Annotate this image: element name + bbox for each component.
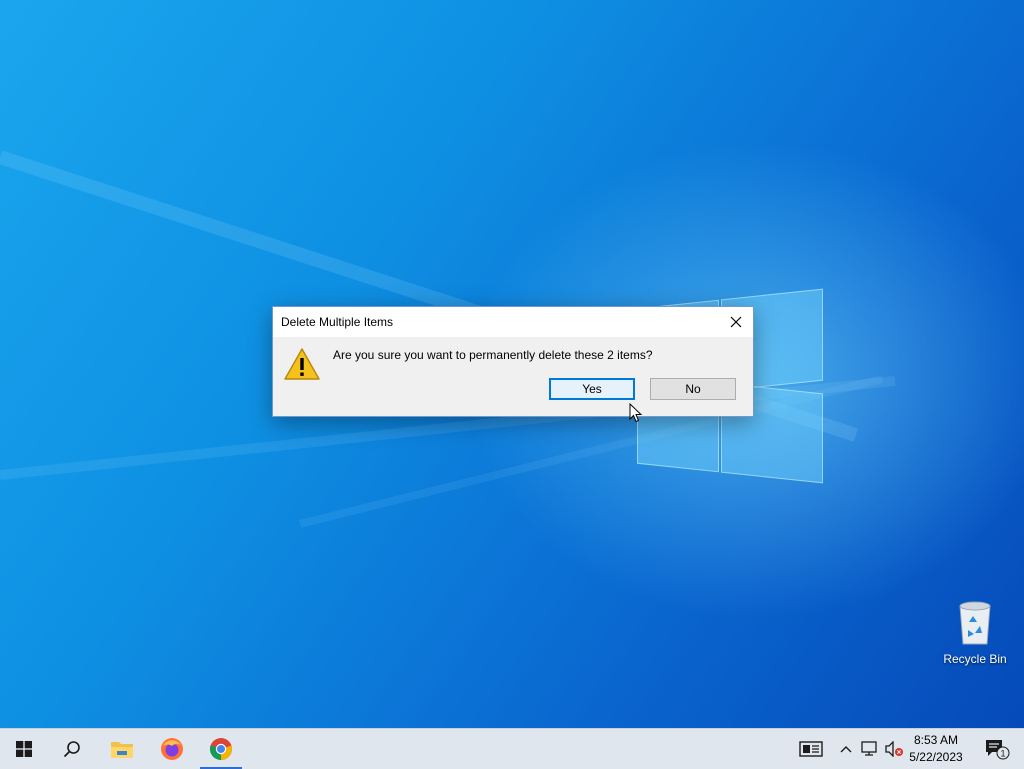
taskbar: 8:53 AM 5/22/2023 1: [0, 728, 1024, 769]
notification-count: 1: [1000, 749, 1005, 759]
delete-confirmation-dialog: Delete Multiple Items Are you sure you w…: [272, 306, 754, 417]
network-icon: [861, 741, 877, 756]
news-widget-button[interactable]: [795, 729, 827, 769]
notification-icon: 1: [986, 740, 1010, 760]
dialog-titlebar[interactable]: Delete Multiple Items: [273, 307, 753, 337]
news-widget-icon: [799, 741, 823, 757]
clock-date: 5/22/2023: [909, 750, 963, 764]
taskbar-clock[interactable]: 8:53 AM 5/22/2023: [906, 732, 966, 766]
taskbar-chrome[interactable]: [198, 729, 244, 769]
close-button[interactable]: [719, 307, 753, 337]
clock-time: 8:53 AM: [913, 733, 959, 747]
close-icon: [730, 316, 742, 328]
dialog-message: Are you sure you want to permanently del…: [333, 348, 653, 362]
recycle-bin-icon: [955, 600, 995, 646]
yes-button[interactable]: Yes: [549, 378, 635, 400]
desktop-icon-label: Recycle Bin: [943, 652, 1007, 666]
network-button[interactable]: [858, 729, 882, 769]
dialog-body: Are you sure you want to permanently del…: [273, 337, 753, 416]
no-button[interactable]: No: [650, 378, 736, 400]
taskbar-file-explorer[interactable]: [98, 729, 146, 769]
firefox-icon: [161, 738, 183, 760]
search-icon: [63, 741, 80, 758]
chrome-icon: [210, 738, 232, 760]
search-button[interactable]: [48, 729, 96, 769]
volume-button[interactable]: [882, 729, 906, 769]
warning-icon: [284, 348, 320, 380]
start-icon: [16, 741, 32, 757]
file-explorer-icon: [111, 742, 133, 758]
show-hidden-icons-button[interactable]: [836, 729, 856, 769]
dialog-title: Delete Multiple Items: [281, 315, 394, 329]
desktop-icon-recycle-bin[interactable]: Recycle Bin: [940, 600, 1010, 666]
taskbar-firefox[interactable]: [148, 729, 196, 769]
chevron-up-icon: [840, 746, 852, 753]
action-center-button[interactable]: 1: [980, 729, 1014, 769]
mouse-cursor-icon: [629, 403, 643, 423]
start-button[interactable]: [0, 729, 48, 769]
volume-muted-icon: [885, 741, 903, 757]
